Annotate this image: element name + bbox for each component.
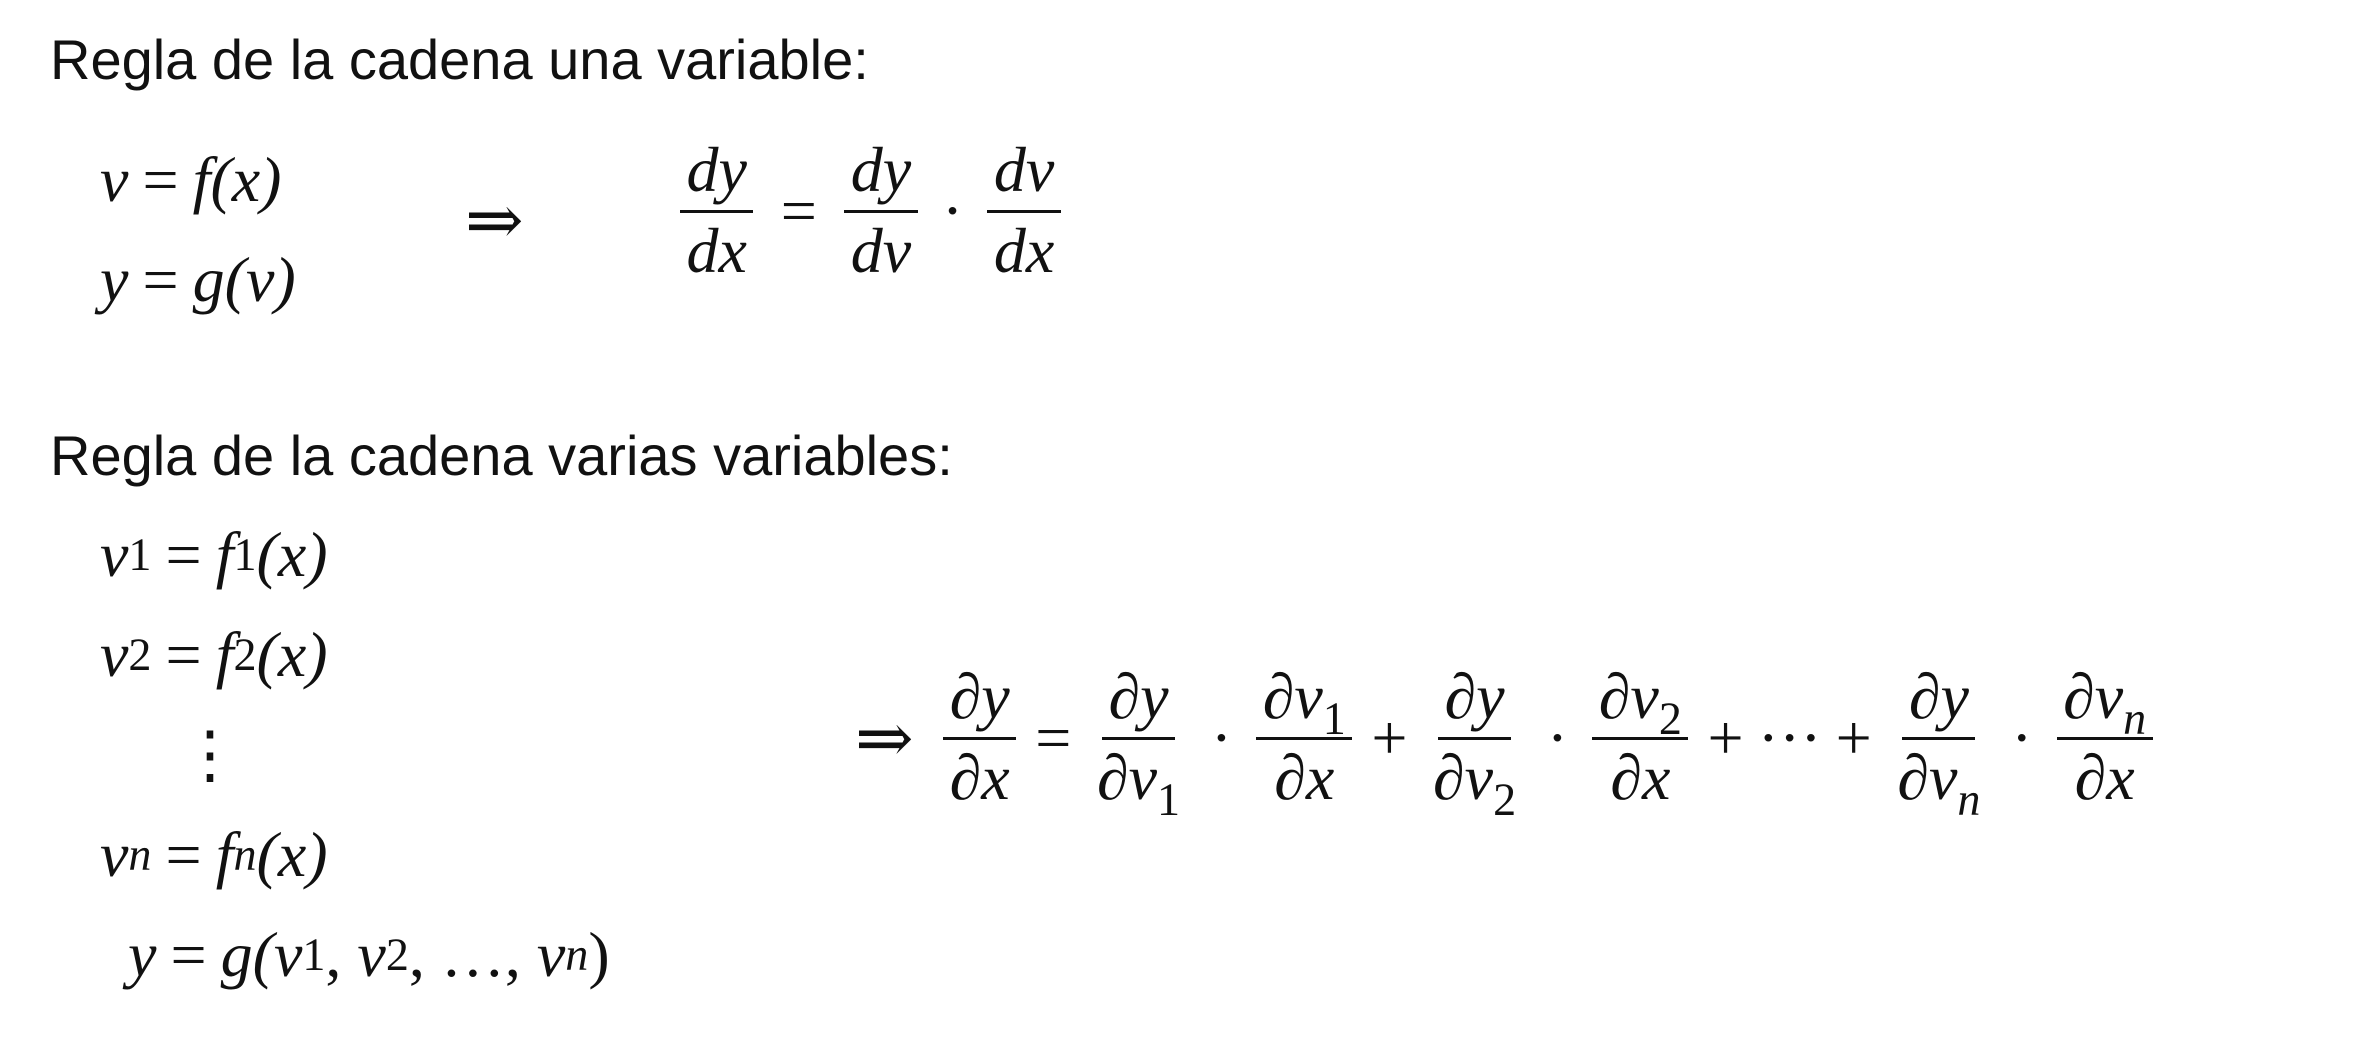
- denominator: ∂x: [2074, 742, 2135, 813]
- arg-x: (x): [256, 619, 328, 690]
- fraction-dv2-dx: ∂v2 ∂x: [1592, 665, 1689, 813]
- func-f: f: [215, 519, 234, 590]
- numerator: dv: [987, 138, 1061, 213]
- numerator: ∂vn: [2056, 665, 2153, 742]
- implies-arrow-multi: ⇒: [855, 696, 914, 779]
- denominator: ∂v1: [1096, 742, 1181, 826]
- var-v: v: [100, 619, 129, 690]
- numerator: ∂v1: [1256, 665, 1353, 742]
- var-v: v: [357, 919, 386, 990]
- denominator: ∂vn: [1897, 742, 1981, 826]
- numerator: ∂y: [1902, 665, 1976, 740]
- definition-vn: vn = f n (x): [100, 819, 328, 890]
- func-f: f: [215, 619, 234, 690]
- numerator: dy: [680, 138, 754, 213]
- vertical-ellipsis: ⋮: [100, 705, 610, 805]
- plus-sign: +: [1835, 701, 1872, 773]
- plus-sign: +: [1707, 701, 1744, 773]
- heading-multi-variable: Regla de la cadena varias variables:: [50, 424, 953, 487]
- arg-x: (x): [256, 819, 328, 890]
- equals-sign: =: [165, 819, 202, 890]
- equals-sign: =: [142, 144, 179, 215]
- multiplication-dot: ·: [2011, 701, 2033, 773]
- comma: ,: [504, 919, 521, 990]
- multiplication-dot: ·: [1546, 701, 1569, 773]
- fraction-dv-dx: dv dx: [987, 138, 1061, 286]
- var-v: v: [100, 519, 129, 590]
- var-v: v: [536, 919, 566, 990]
- multiplication-dot: ·: [1210, 701, 1233, 773]
- equals-sign: =: [142, 244, 179, 315]
- comma: ,: [325, 919, 342, 990]
- func-g: g(: [220, 919, 274, 990]
- multi-var-chain-rule-formula: ⇒ ∂y ∂x = ∂y ∂v1 · ∂v1 ∂x + ∂y ∂v2 · ∂v2…: [855, 665, 2158, 826]
- fraction-dy-dv1: ∂y ∂v1: [1091, 665, 1187, 826]
- close-paren: ): [588, 919, 610, 990]
- denominator: dx: [993, 215, 1055, 286]
- numerator: ∂y: [1102, 665, 1175, 740]
- ellipsis: …: [440, 919, 505, 990]
- numerator: ∂y: [1438, 665, 1511, 740]
- def-y-rhs: g(v): [192, 244, 296, 315]
- denominator: ∂x: [1274, 742, 1335, 813]
- fraction-dvn-dx: ∂vn ∂x: [2056, 665, 2153, 813]
- implies-arrow-single: ⇒: [465, 179, 524, 261]
- var-y: y: [100, 244, 129, 315]
- heading-single-variable: Regla de la cadena una variable:: [50, 28, 869, 91]
- equals-sign: =: [1035, 701, 1072, 773]
- fraction-dy-dx: dy dx: [680, 138, 754, 286]
- denominator: ∂x: [949, 742, 1010, 813]
- var-v: v: [100, 144, 129, 215]
- fraction-dy-dx: ∂y ∂x: [943, 665, 1017, 813]
- numerator: dy: [844, 138, 918, 213]
- fraction-dy-dv: dy dv: [844, 138, 918, 286]
- var-v: v: [100, 819, 129, 890]
- equals-sign: =: [165, 519, 202, 590]
- plus-sign: +: [1371, 701, 1408, 773]
- denominator: ∂v2: [1433, 742, 1517, 826]
- equals-sign: =: [165, 619, 202, 690]
- definition-v1: v1 = f 1 (x): [100, 519, 328, 590]
- def-v-rhs: f(x): [192, 144, 282, 215]
- single-var-definitions: v = f(x) y = g(v): [100, 130, 296, 330]
- func-f: f: [215, 819, 234, 890]
- numerator: ∂y: [943, 665, 1017, 740]
- equals-sign: =: [780, 174, 817, 246]
- definition-v2: v2 = f 2 (x): [100, 619, 328, 690]
- fraction-dv1-dx: ∂v1 ∂x: [1256, 665, 1353, 813]
- definition-y: y = g(v 1, v2, …, v n): [128, 919, 610, 990]
- center-ellipsis: ···: [1757, 701, 1822, 773]
- var-v: v: [273, 919, 303, 990]
- numerator: ∂v2: [1592, 665, 1689, 742]
- equals-sign: =: [170, 919, 207, 990]
- multi-var-definitions: v1 = f 1 (x) v2 = f 2 (x) ⋮ vn = f n (x) y = g…: [100, 505, 610, 1005]
- single-var-chain-rule-formula: dy dx = dy dv · dv dx: [675, 138, 1066, 283]
- arg-x: (x): [256, 519, 328, 590]
- denominator: dx: [686, 215, 747, 286]
- multiplication-dot: ·: [941, 174, 964, 246]
- comma: ,: [408, 919, 425, 990]
- fraction-dy-dv2: ∂y ∂v2: [1427, 665, 1523, 826]
- denominator: dv: [850, 215, 912, 286]
- denominator: ∂x: [1610, 742, 1671, 813]
- var-y: y: [128, 919, 157, 990]
- vdots: ⋮: [178, 718, 242, 792]
- fraction-dy-dvn: ∂y ∂vn: [1891, 665, 1987, 826]
